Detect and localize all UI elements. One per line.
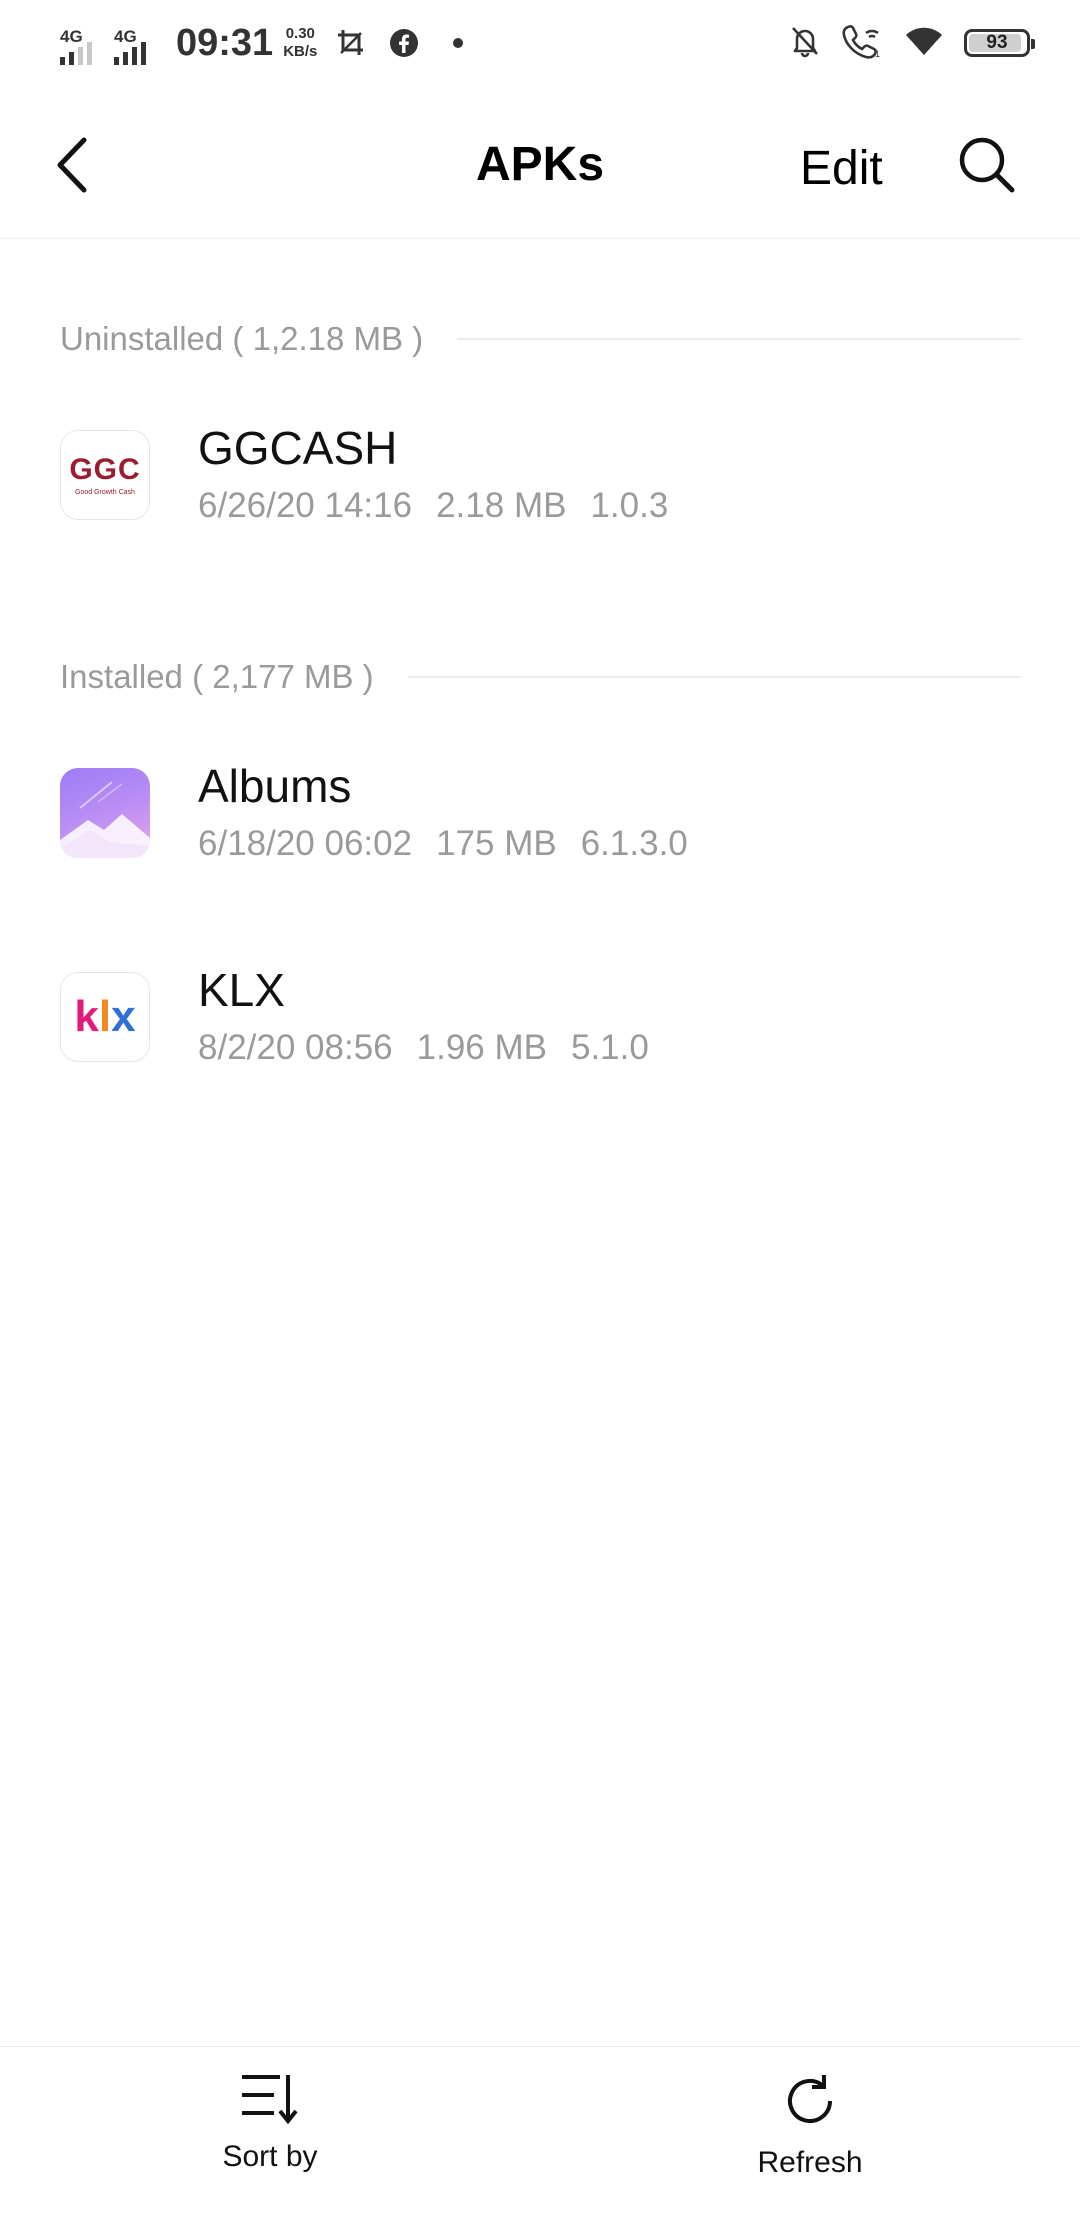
app-version: 6.1.3.0 (580, 824, 688, 863)
sort-by-button[interactable]: Sort by (170, 2071, 370, 2174)
app-size: 2.18 MB (436, 486, 567, 525)
clock: 09:31 (176, 21, 274, 64)
sort-icon (240, 2071, 300, 2130)
app-name: KLX (198, 964, 285, 1016)
edit-button[interactable]: Edit (800, 134, 883, 204)
search-icon[interactable] (952, 130, 1022, 200)
wifi-icon (904, 25, 944, 62)
bottom-action-bar: Sort by Refresh (0, 2046, 1080, 2215)
app-size: 1.96 MB (416, 1028, 547, 1067)
list-item-ggcash[interactable]: GGC Good Growth Cash GGCASH 6/26/20 14:1… (60, 410, 1020, 530)
page-title: APKs (475, 138, 605, 191)
section-header-uninstalled: Uninstalled ( 1,2.18 MB ) (60, 314, 1020, 364)
klx-app-icon: klx (60, 972, 150, 1062)
section-header-installed: Installed ( 2,177 MB ) (60, 652, 1020, 702)
app-version: 1.0.3 (590, 486, 669, 525)
network-speed: 0.30 KB/s (283, 25, 317, 61)
section-label: Uninstalled ( 1,2.18 MB ) (60, 320, 424, 357)
battery-icon: 93 (964, 29, 1035, 57)
app-name: Albums (198, 760, 352, 812)
notification-dot-icon (451, 36, 465, 50)
app-meta: 6/18/20 06:02 175 MB 6.1.3.0 (198, 822, 712, 866)
list-item-albums[interactable]: Albums 6/18/20 06:02 175 MB 6.1.3.0 (60, 748, 1020, 868)
app-date: 8/2/20 08:56 (198, 1028, 393, 1067)
sort-by-label: Sort by (222, 2140, 318, 2173)
list-item-klx[interactable]: klx KLX 8/2/20 08:56 1.96 MB 5.1.0 (60, 952, 1020, 1072)
bell-off-icon (788, 24, 822, 63)
ggcash-logo-subtext: Good Growth Cash (75, 488, 135, 496)
battery-level: 93 (986, 32, 1008, 53)
section-divider (457, 338, 1020, 340)
app-date: 6/26/20 14:16 (198, 486, 413, 525)
section-divider (407, 676, 1020, 678)
section-label: Installed ( 2,177 MB ) (60, 658, 374, 695)
speed-value: 0.30 (285, 25, 315, 42)
svg-text:1: 1 (875, 49, 880, 59)
signal-2-icon: 4G (114, 13, 160, 73)
albums-app-icon (60, 768, 150, 858)
app-name: GGCASH (198, 422, 398, 474)
app-meta: 8/2/20 08:56 1.96 MB 5.1.0 (198, 1026, 673, 1070)
ggcash-logo-text: GGC (69, 452, 141, 486)
app-size: 175 MB (436, 824, 557, 863)
signal-1-icon: 4G (60, 13, 106, 73)
status-bar-left: 4G 4G 09:31 0.30 KB/s (60, 0, 487, 86)
app-version: 5.1.0 (570, 1028, 649, 1067)
screenshot-icon (335, 27, 367, 59)
wifi-calling-icon: 1 (842, 23, 884, 64)
ggcash-app-icon: GGC Good Growth Cash (60, 430, 150, 520)
app-meta: 6/26/20 14:16 2.18 MB 1.0.3 (198, 484, 692, 528)
app-date: 6/18/20 06:02 (198, 824, 413, 863)
speed-unit: KB/s (283, 43, 318, 60)
refresh-icon (780, 2071, 840, 2136)
refresh-button[interactable]: Refresh (710, 2071, 910, 2180)
title-bar: APKs Edit (0, 86, 1080, 239)
facebook-icon (389, 28, 419, 58)
status-bar-right: 1 93 (788, 0, 1035, 86)
refresh-label: Refresh (757, 2146, 863, 2179)
status-bar: 4G 4G 09:31 0.30 KB/s 1 93 (0, 0, 1080, 86)
